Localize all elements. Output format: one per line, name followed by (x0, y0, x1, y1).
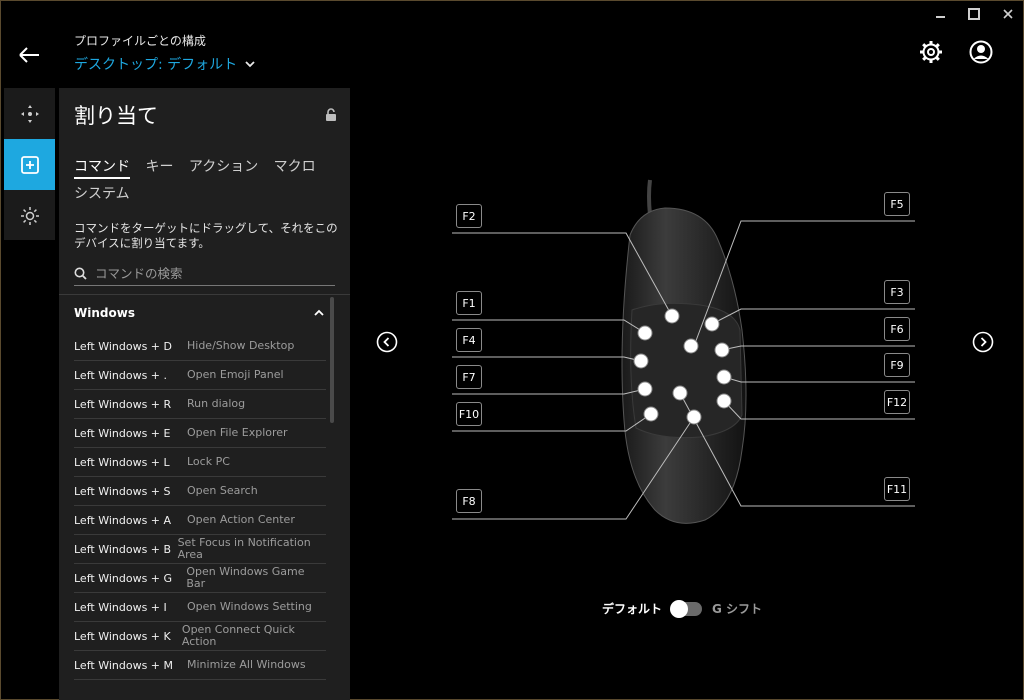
toggle-label-gshift: G シフト (712, 602, 763, 616)
thumb-button (637, 381, 653, 397)
gshift-toggle-row: デフォルト G シフト (602, 599, 763, 618)
gshift-toggle[interactable] (670, 599, 703, 618)
thumb-button (704, 316, 720, 332)
fkey-label-f6[interactable]: F6 (884, 317, 910, 341)
thumb-button (643, 406, 659, 422)
thumb-button (714, 342, 730, 358)
fkey-label-f5[interactable]: F5 (884, 192, 910, 216)
device-diagram (452, 179, 915, 524)
fkey-label-f8[interactable]: F8 (456, 489, 482, 513)
fkey-label-f11[interactable]: F11 (884, 477, 910, 501)
thumb-button (716, 369, 732, 385)
fkey-label-f12[interactable]: F12 (884, 390, 910, 414)
thumb-button (637, 325, 653, 341)
fkey-label-f3[interactable]: F3 (884, 280, 910, 304)
thumb-button (683, 338, 699, 354)
thumb-button (686, 409, 702, 425)
fkey-label-f1[interactable]: F1 (456, 291, 482, 315)
fkey-label-f4[interactable]: F4 (456, 328, 482, 352)
fkey-label-f10[interactable]: F10 (456, 402, 482, 426)
thumb-button (672, 385, 688, 401)
toggle-label-default: デフォルト (602, 602, 663, 616)
fkey-label-f9[interactable]: F9 (884, 353, 910, 377)
thumb-button (664, 308, 680, 324)
thumb-button (716, 393, 732, 409)
fkey-label-f2[interactable]: F2 (456, 204, 482, 228)
fkey-label-f7[interactable]: F7 (456, 365, 482, 389)
thumb-button (633, 353, 649, 369)
